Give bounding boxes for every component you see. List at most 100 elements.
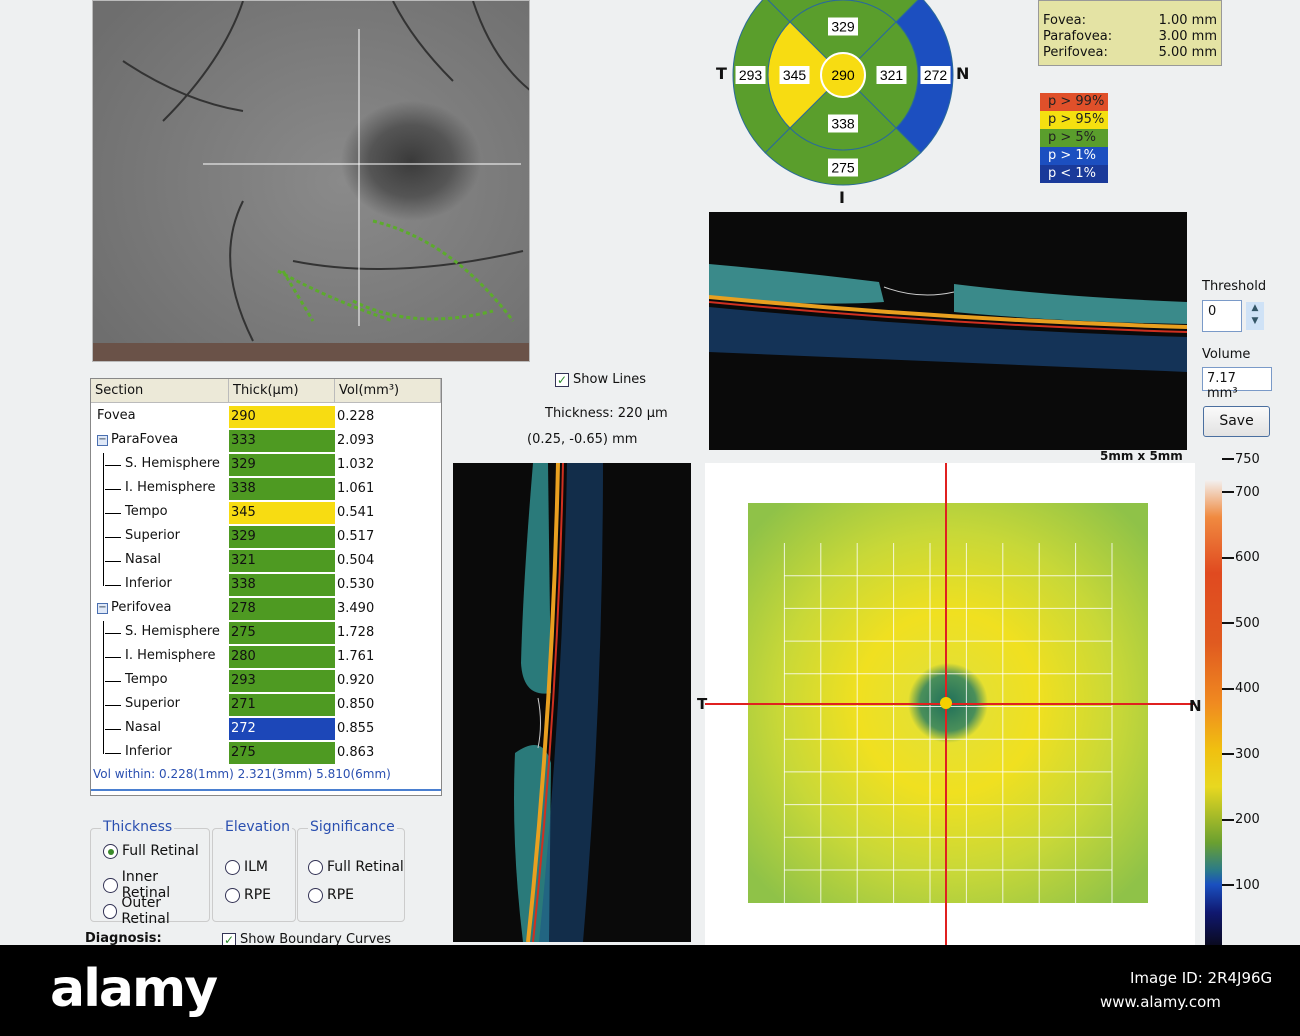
radio-label: Full Retinal <box>327 859 404 875</box>
label-temporal: T <box>716 64 727 83</box>
horizontal-bscan[interactable] <box>708 212 1188 450</box>
etdrs-value-outer-inferior: 275 <box>831 160 855 176</box>
header-vol[interactable]: Vol(mm³) <box>335 379 441 403</box>
table-row[interactable]: S. Hemisphere 329 1.032 <box>91 453 441 477</box>
thickness-map-panel[interactable]: T N <box>697 463 1202 945</box>
tree-line <box>105 657 121 658</box>
collapse-icon[interactable]: − <box>97 603 108 614</box>
volume-cell: 0.920 <box>337 673 375 688</box>
volume-cell: 0.850 <box>337 697 375 712</box>
thickness-table: Section Thick(µm) Vol(mm³) Fovea 290 0.228… <box>90 378 442 796</box>
table-row[interactable]: Tempo 345 0.541 <box>91 501 441 525</box>
table-row[interactable]: Nasal 272 0.855 <box>91 717 441 741</box>
show-lines-checkbox[interactable]: ✓ Show Lines <box>555 372 646 387</box>
table-row[interactable]: Superior 329 0.517 <box>91 525 441 549</box>
volume-cell: 1.728 <box>337 625 375 640</box>
radio-full-retinal-sig[interactable]: Full Retinal <box>308 859 404 875</box>
radio-rpe-sig[interactable]: RPE <box>308 887 354 903</box>
threshold-input[interactable]: 0 <box>1202 300 1242 332</box>
table-row[interactable]: Fovea 290 0.228 <box>91 405 441 429</box>
fundus-overlay <box>93 1 529 361</box>
save-button[interactable]: Save <box>1203 406 1270 437</box>
radio-dot[interactable] <box>308 887 323 903</box>
diameter-value: 1.00 mm <box>1158 13 1217 28</box>
thickness-cell: 278 <box>229 598 335 620</box>
volume-cell: 1.032 <box>337 457 375 472</box>
tree-line <box>105 681 121 682</box>
section-name: I. Hemisphere <box>125 648 216 663</box>
tree-line <box>105 489 121 490</box>
tree-line <box>105 513 121 514</box>
thickness-cell: 293 <box>229 670 335 692</box>
table-row[interactable]: − ParaFovea 333 2.093 <box>91 429 441 453</box>
section-name: S. Hemisphere <box>125 456 220 471</box>
table-row[interactable]: I. Hemisphere 280 1.761 <box>91 645 441 669</box>
etdrs-value-inner-nasal: 321 <box>880 67 904 83</box>
colorbar-tick: 100 <box>1222 878 1260 893</box>
threshold-label: Threshold <box>1202 279 1267 294</box>
watermark-id: Image ID: 2R4J96G <box>1130 969 1273 987</box>
fundus-image[interactable] <box>92 0 530 362</box>
table-row[interactable]: Inferior 338 0.530 <box>91 573 441 597</box>
radio-dot[interactable] <box>103 903 118 919</box>
table-row[interactable]: Nasal 321 0.504 <box>91 549 441 573</box>
etdrs-value-center: 290 <box>831 67 855 83</box>
watermark-logo: alamy <box>50 959 218 1019</box>
radio-dot[interactable] <box>308 859 323 875</box>
header-thick[interactable]: Thick(µm) <box>229 379 335 403</box>
legend-item: p > 5% <box>1040 129 1108 147</box>
radio-label: RPE <box>327 887 355 903</box>
radio-dot[interactable] <box>225 887 240 903</box>
volume-cell: 0.541 <box>337 505 375 520</box>
map-label-n: N <box>1189 697 1202 715</box>
table-row[interactable]: S. Hemisphere 275 1.728 <box>91 621 441 645</box>
coords-readout: (0.25, -0.65) mm <box>527 432 638 447</box>
significance-legend: p > 99% p > 95% p > 5% p > 1% p < 1% <box>1040 93 1108 183</box>
colorbar <box>1205 480 1222 945</box>
tree-line <box>103 453 104 477</box>
table-row[interactable]: Superior 271 0.850 <box>91 693 441 717</box>
thickness-title: Thickness <box>101 819 175 835</box>
colorbar-tick: 750 <box>1222 452 1260 467</box>
header-section[interactable]: Section <box>91 379 229 403</box>
section-name: Nasal <box>125 552 162 567</box>
collapse-icon[interactable]: − <box>97 435 108 446</box>
volume-cell: 0.863 <box>337 745 375 760</box>
radio-ilm[interactable]: ILM <box>225 859 268 875</box>
checkbox-box[interactable]: ✓ <box>555 372 569 387</box>
table-row[interactable]: I. Hemisphere 338 1.061 <box>91 477 441 501</box>
radio-dot[interactable] <box>103 877 118 893</box>
radio-dot[interactable] <box>225 859 240 875</box>
radio-rpe-elevation[interactable]: RPE <box>225 887 271 903</box>
colorbar-tick: 500 <box>1222 616 1260 631</box>
section-name: Inferior <box>125 576 172 591</box>
section-name: Superior <box>125 528 180 543</box>
volume-field: 7.17 mm³ <box>1202 367 1272 401</box>
tree-line <box>103 741 104 754</box>
radio-dot[interactable] <box>103 843 118 859</box>
etdrs-value-inner-inferior: 338 <box>831 116 855 132</box>
legend-item: p < 1% <box>1040 165 1108 183</box>
tree-line <box>103 525 104 549</box>
fovea-marker[interactable] <box>940 697 952 709</box>
table-row[interactable]: Tempo 293 0.920 <box>91 669 441 693</box>
radio-outer-retinal[interactable]: Outer Retinal <box>103 895 209 927</box>
thickness-cell: 329 <box>229 454 335 476</box>
etdrs-value-inner-superior: 329 <box>831 19 855 35</box>
vertical-bscan[interactable] <box>453 462 691 943</box>
table-row[interactable]: − Perifovea 278 3.490 <box>91 597 441 621</box>
radio-full-retinal[interactable]: Full Retinal <box>103 843 199 859</box>
radio-label: Outer Retinal <box>121 895 170 927</box>
bscan-image <box>514 462 603 943</box>
volume-cell: 0.228 <box>337 409 375 424</box>
divider <box>91 789 441 791</box>
radio-label: Full Retinal <box>122 843 199 859</box>
tree-line <box>105 537 121 538</box>
diameter-label: Fovea: <box>1043 13 1087 28</box>
table-row[interactable]: Inferior 275 0.863 <box>91 741 441 765</box>
tree-line <box>105 561 121 562</box>
thickness-cell: 338 <box>229 478 335 500</box>
thickness-cell: 275 <box>229 742 335 764</box>
tree-line <box>105 585 121 586</box>
threshold-spinner[interactable]: ▲ ▼ <box>1246 302 1264 330</box>
